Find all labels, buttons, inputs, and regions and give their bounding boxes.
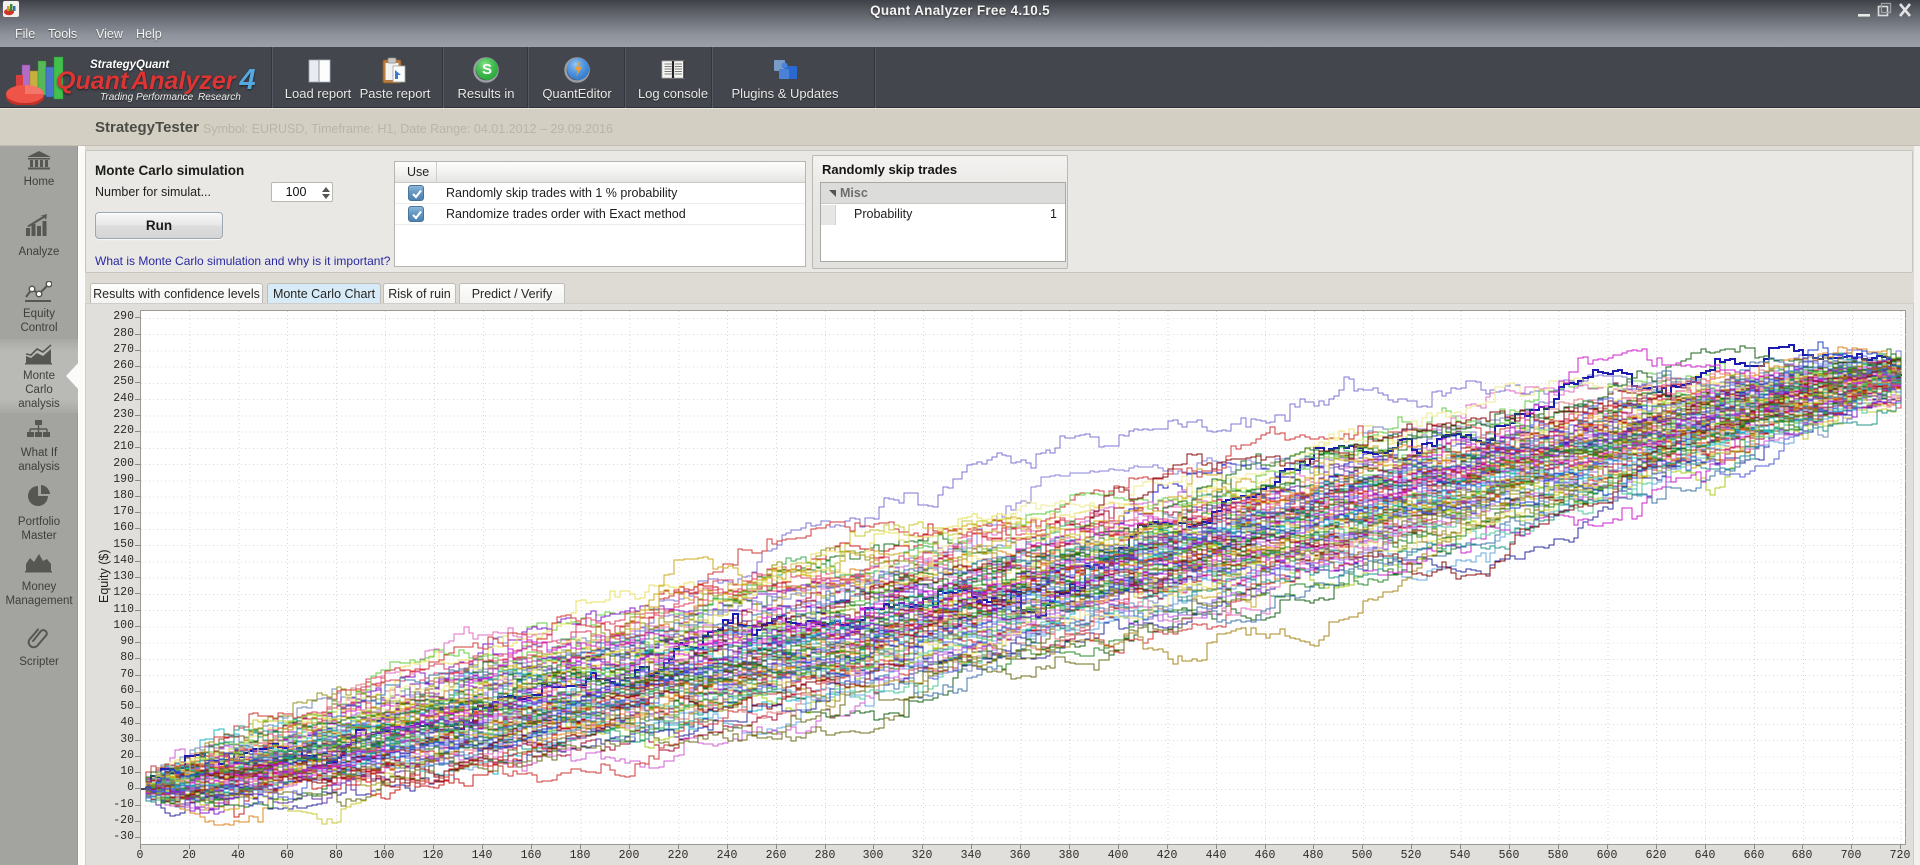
svg-text:S: S [482, 61, 492, 78]
